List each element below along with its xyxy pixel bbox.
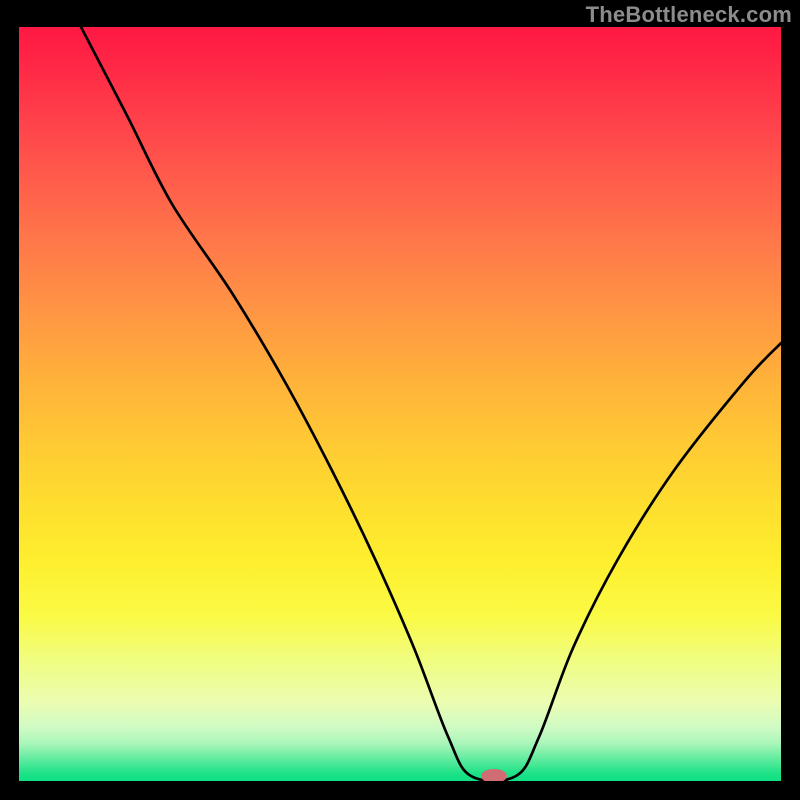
chart-svg <box>19 27 781 781</box>
plot-area <box>19 27 781 781</box>
optimal-point-marker <box>481 769 507 781</box>
chart-container: TheBottleneck.com <box>0 0 800 800</box>
bottleneck-curve <box>81 27 781 781</box>
watermark-text: TheBottleneck.com <box>586 2 792 28</box>
